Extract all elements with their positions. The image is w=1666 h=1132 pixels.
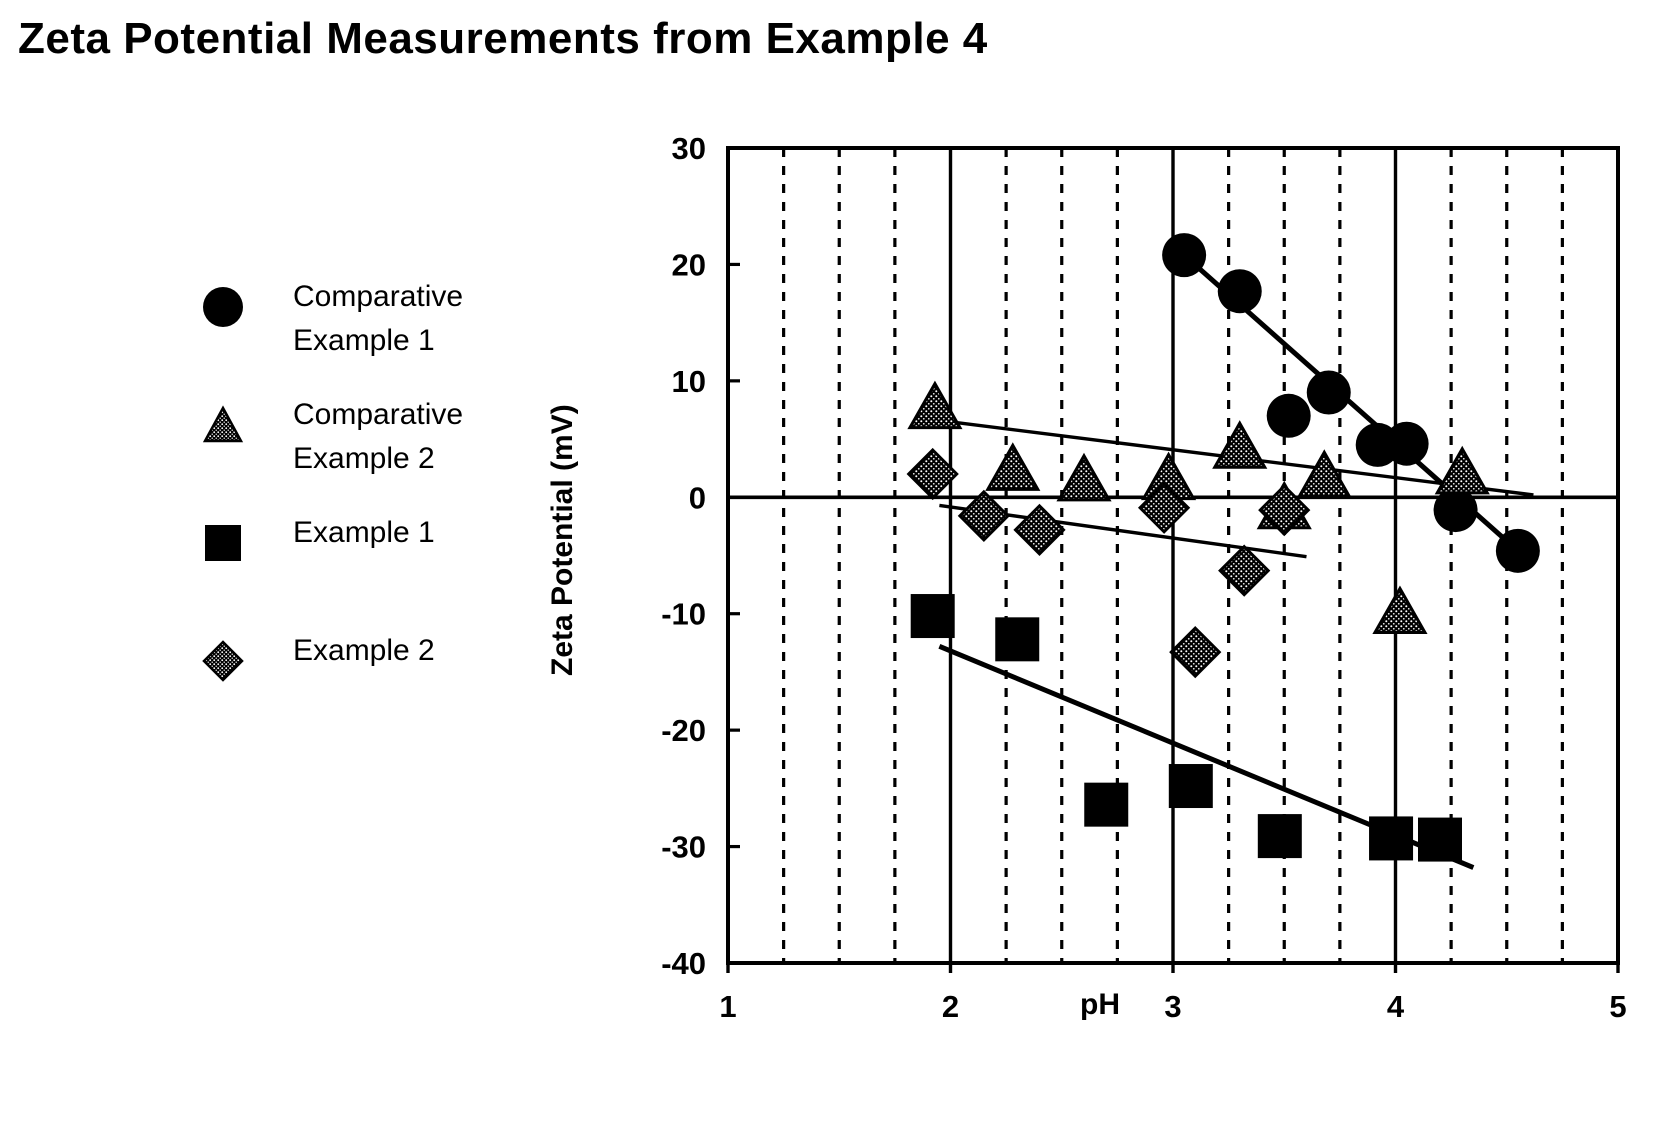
svg-text:20: 20 <box>672 247 706 282</box>
data-point <box>910 594 955 639</box>
svg-text:-40: -40 <box>661 946 706 981</box>
data-point <box>1257 814 1302 859</box>
svg-text:2: 2 <box>942 989 959 1024</box>
svg-text:1: 1 <box>719 989 736 1024</box>
data-point <box>1433 488 1478 533</box>
svg-text:10: 10 <box>672 364 706 399</box>
axis-tick-labels: 30 20 10 0 -10 -20 -30 -40 1 2 3 4 5 <box>661 131 1626 1024</box>
data-point <box>1434 445 1490 495</box>
data-point <box>957 489 1010 543</box>
svg-text:-20: -20 <box>661 713 706 748</box>
data-point <box>1169 626 1222 679</box>
figure-root: Zeta Potential Measurements from Example… <box>0 0 1666 1132</box>
svg-text:-10: -10 <box>661 597 706 632</box>
data-point <box>1369 816 1414 861</box>
data-point <box>1384 421 1429 466</box>
data-point <box>1162 233 1207 278</box>
svg-text:-30: -30 <box>661 830 706 865</box>
data-point <box>995 617 1040 662</box>
svg-text:5: 5 <box>1609 989 1626 1024</box>
data-point <box>1418 817 1462 862</box>
svg-text:3: 3 <box>1164 989 1181 1024</box>
data-points <box>906 233 1540 862</box>
svg-text:30: 30 <box>672 131 706 166</box>
data-point <box>1212 420 1268 469</box>
scatter-plot: 30 20 10 0 -10 -20 -30 -40 1 2 3 4 5 <box>661 131 1626 1024</box>
data-point <box>1056 452 1112 502</box>
data-point <box>1372 585 1428 635</box>
data-point <box>907 380 963 430</box>
data-point <box>985 442 1041 491</box>
data-point <box>1296 449 1352 498</box>
data-point <box>1217 269 1262 314</box>
data-point <box>1084 782 1129 827</box>
data-point <box>1306 370 1351 415</box>
data-point <box>1266 393 1311 438</box>
data-point <box>1168 764 1213 809</box>
svg-text:4: 4 <box>1387 989 1405 1024</box>
svg-text:0: 0 <box>689 480 706 515</box>
data-point <box>1013 503 1066 557</box>
data-point <box>1495 528 1540 573</box>
